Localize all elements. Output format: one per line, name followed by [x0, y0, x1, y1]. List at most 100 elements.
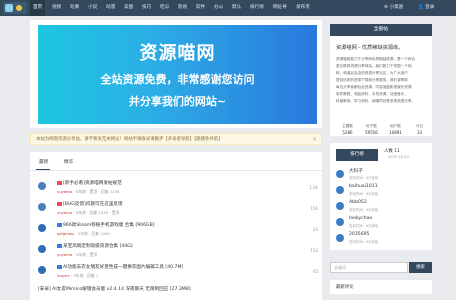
thread-title[interactable]: [安卓] AI女友Mimico解锁会员版 v2.4.14 深夜聊天 无限制回应 … — [38, 287, 191, 292]
user-list-item[interactable]: 2035695 发帖时间：6分钟前 — [336, 232, 428, 245]
thread-author[interactable]: yuydmo — [57, 189, 72, 194]
nav-item-release[interactable]: 发布页 — [296, 0, 310, 16]
reply-count: 23 — [312, 227, 318, 232]
tag-icon — [57, 222, 62, 227]
user-name[interactable]: lookychao — [349, 216, 372, 221]
nav-item-default[interactable]: 默认 — [232, 0, 241, 16]
user-time: 发帖时间：6分钟前 — [349, 224, 379, 228]
site-desc-line: 每位分享者都包含资源，内容涵盖影视娱乐资源, — [336, 85, 413, 89]
tag-icon — [57, 264, 62, 269]
thread-title[interactable]: [新手必看]资源喵网发帖规范 — [63, 181, 122, 186]
avatar[interactable] — [336, 186, 344, 194]
user-name[interactable]: baihuai1011 — [349, 184, 378, 189]
stat-posts: 帖子数 59556 — [365, 124, 378, 135]
top-navbar: 首页 视频 轮廓 小说 动漫 美图 技巧 吃瓜 影视 软件 办公 默认 排行榜 … — [0, 0, 456, 16]
user-list-item[interactable]: Abb052 发帖时间：6分钟前 — [336, 200, 428, 213]
user-time: 发帖时间：6分钟前 — [349, 240, 379, 244]
reply-count: 1.0k — [309, 185, 318, 190]
notice-text: 本站为网盘资源分享站，请不要发无关网址！网站申请收录请戳步【开发者导航】【跳跳免… — [36, 137, 223, 142]
reply-count: 156 — [310, 206, 318, 211]
site-desc-line: 提供优质的资源下载和分享服务。我们将帮助 — [336, 78, 408, 82]
thread-meta: · 9年前 · 置顶 — [73, 252, 98, 257]
stat-users: 用户数 10891 — [389, 124, 402, 135]
nav-item-video[interactable]: 视频 — [52, 0, 61, 16]
banner-line-2: 并分享我们的网站~ — [128, 95, 227, 108]
close-icon[interactable]: × — [312, 134, 317, 146]
nav-item-gossip[interactable]: 吃瓜 — [160, 0, 169, 16]
nav-item-office[interactable]: 办公 — [214, 0, 223, 16]
site-desc-line: 资源喵网致力于分享网优质稀缺资源，是一个综合 — [336, 57, 416, 61]
avatar[interactable] — [336, 202, 344, 210]
site-logo[interactable] — [3, 2, 27, 14]
nav-item-software[interactable]: 软件 — [196, 0, 205, 16]
avatar[interactable] — [336, 234, 344, 242]
avatar[interactable] — [38, 203, 46, 211]
thread-meta: · 8年前 · 回复 1046 · 置顶 — [73, 210, 120, 215]
avatar[interactable] — [38, 224, 46, 232]
search-input[interactable]: 关键词 — [330, 262, 408, 273]
user-list-item[interactable]: baihuai1011 发帖时间：6分钟前 — [336, 184, 428, 197]
nav-item-sites[interactable]: 网址导 — [273, 0, 287, 16]
tab-latest[interactable]: 最新 — [39, 159, 48, 165]
nav-item-outline[interactable]: 轮廓 — [70, 0, 79, 16]
sidebar-title: 全部帖 — [330, 24, 432, 36]
latest-comments-card: 最新评论 — [330, 280, 432, 294]
user-list-item[interactable]: 大科子 发帖时间：6分钟前 — [336, 168, 428, 181]
pin-icon — [57, 201, 62, 206]
avatar[interactable] — [336, 218, 344, 226]
latest-comments-title: 最新评论 — [336, 285, 354, 290]
site-desc-line: 类互联网资源分享网站。我们致力于挖掘一个纯 — [336, 64, 412, 68]
stat-topics: 主题数 5286 — [342, 124, 353, 135]
user-name[interactable]: Abb052 — [349, 200, 367, 205]
nav-item-tips[interactable]: 技巧 — [142, 0, 151, 16]
user-time: 发帖时间：6分钟前 — [349, 176, 379, 180]
stat-today: 今日 33 — [415, 124, 424, 135]
reply-count: 45 — [312, 269, 318, 274]
banner-line-1: 全站资源免费，非常感谢您访问 — [100, 73, 255, 86]
blacklist-link[interactable]: ⚙ 小黑屋 — [384, 0, 403, 16]
site-desc-line: 粹，和谐且自由的资源分享社区，为广大用户 — [336, 71, 408, 75]
thread-title[interactable]: AI功能去衣女朋友好变性成一键换衣图片编辑工具 [40.7M] — [63, 265, 183, 270]
avatar[interactable] — [38, 245, 46, 253]
user-name[interactable]: 大科子 — [349, 168, 363, 174]
nav-item-pics[interactable]: 美图 — [124, 0, 133, 16]
user-list-item[interactable]: lookychao 发帖时间：6分钟前 — [336, 216, 428, 229]
thread-item[interactable]: 某宝高端定制高级资源合集 [44G] yuydmo · 9年前 · 置顶 112 — [38, 243, 318, 263]
reply-count: 112 — [310, 248, 318, 253]
thread-item[interactable]: AI功能去衣女朋友好变性成一键换衣图片编辑工具 [40.7M] luoyhn ·… — [38, 264, 318, 284]
thread-author[interactable]: qzfgmwy — [57, 231, 74, 236]
users-count: 人数 11 — [384, 149, 400, 154]
thread-title[interactable]: [BUG反馈]问题可在这里反馈 — [63, 202, 123, 207]
avatar[interactable] — [38, 182, 46, 190]
nav-item-ranking[interactable]: 排行榜 — [250, 0, 264, 16]
nav-item-novel[interactable]: 小说 — [88, 0, 97, 16]
nav-item-movies[interactable]: 影视 — [178, 0, 187, 16]
user-time: 发帖时间：6分钟前 — [349, 208, 379, 212]
user-name[interactable]: 2035695 — [349, 232, 369, 237]
search-button[interactable]: 搜索 — [409, 262, 432, 273]
banner-title: 资源喵网 — [139, 43, 216, 64]
tab-ranking[interactable]: 排行榜 — [336, 149, 378, 161]
users-date: 2025-10-23 — [388, 155, 409, 159]
thread-item[interactable]: 966款Steam移植手机游戏版 合集 [906GB] qzfgmwy · 2年… — [38, 222, 318, 242]
avatar[interactable] — [38, 266, 46, 274]
nav-item-home[interactable]: 首页 — [30, 0, 46, 16]
tab-featured[interactable]: 精华 — [64, 159, 73, 165]
thread-item[interactable]: [安卓] AI女友Mimico解锁会员版 v2.4.14 深夜聊天 无限制回应 … — [38, 286, 318, 300]
thread-author[interactable]: yuydmo — [57, 252, 72, 257]
nav-item-anime[interactable]: 动漫 — [106, 0, 115, 16]
promo-banner[interactable]: 资源喵网 全站资源免费，非常感谢您访问 并分享我们的网站~ — [38, 25, 317, 124]
site-name: 资源喵网 - 优质稀缺资源库。 — [336, 45, 404, 51]
site-desc-line: 软件教程、电脑资料、手机资源、动漫音乐、 — [336, 92, 408, 96]
avatar[interactable] — [336, 170, 344, 178]
site-info-card: 资源喵网 - 优质稀缺资源库。 资源喵网致力于分享网优质稀缺资源，是一个综合 类… — [330, 36, 432, 136]
thread-author[interactable]: luoyhn — [57, 273, 70, 278]
thread-item[interactable]: [BUG反馈]问题可在这里反馈 yuydmo · 8年前 · 回复 1046 ·… — [38, 201, 318, 221]
thread-tabs: 最新 精华 — [30, 156, 322, 171]
thread-title[interactable]: 某宝高端定制高级资源合集 [44G] — [63, 244, 133, 249]
thread-author[interactable]: yuydmo — [57, 210, 72, 215]
thread-item[interactable]: [新手必看]资源喵网发帖规范 yuydmo · 8年前 · 置顶 · 回复 21… — [38, 180, 318, 200]
thread-title[interactable]: 966款Steam移植手机游戏版 合集 [906GB] — [63, 223, 155, 228]
login-link[interactable]: 👤 登录 — [418, 0, 434, 16]
thread-meta: · 8年前 · 置顶 · 回复 2158 — [73, 189, 120, 194]
